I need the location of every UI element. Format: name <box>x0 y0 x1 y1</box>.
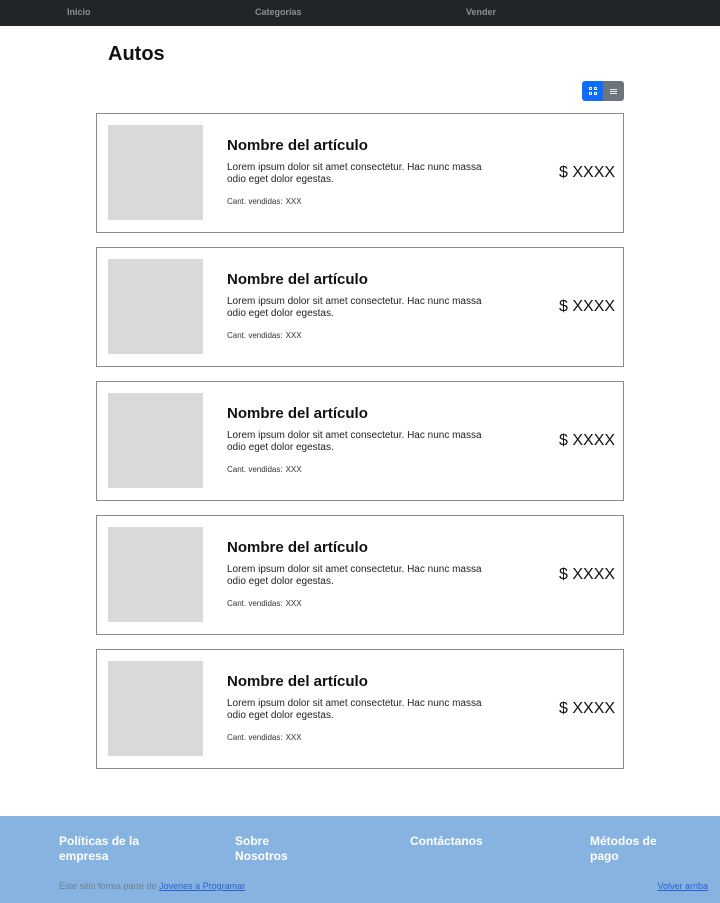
back-to-top-link[interactable]: Volver arriba <box>657 881 708 891</box>
footer-credit: Este sitio forma parte de Jovenes a Prog… <box>59 881 245 891</box>
page-title: Autos <box>108 43 165 65</box>
nav-item-inicio[interactable]: Inicio <box>67 7 91 17</box>
product-price: $ XXXX <box>559 566 616 583</box>
product-description: Lorem ipsum dolor sit amet consectetur. … <box>227 162 482 185</box>
footer-link-politicas[interactable]: Políticas de la empresa <box>59 834 169 864</box>
product-title: Nombre del artículo <box>227 137 368 154</box>
top-navbar: Inicio Categorías Vender <box>0 0 720 26</box>
product-card[interactable]: Nombre del artículo Lorem ipsum dolor si… <box>96 515 624 635</box>
list-view-button[interactable] <box>603 81 624 101</box>
product-image <box>108 125 203 220</box>
product-image <box>108 661 203 756</box>
product-price: $ XXXX <box>559 432 616 449</box>
product-image <box>108 393 203 488</box>
product-card[interactable]: Nombre del artículo Lorem ipsum dolor si… <box>96 381 624 501</box>
product-title: Nombre del artículo <box>227 271 368 288</box>
sold-label: Cant. vendidas: <box>227 197 283 206</box>
product-image <box>108 527 203 622</box>
footer: Políticas de la empresa Sobre Nosotros C… <box>0 816 720 903</box>
grid-view-button[interactable] <box>582 81 603 101</box>
product-description: Lorem ipsum dolor sit amet consectetur. … <box>227 564 482 587</box>
sold-label: Cant. vendidas: <box>227 733 283 742</box>
sold-value: XXX <box>285 465 302 474</box>
sold-value: XXX <box>285 733 302 742</box>
sold-value: XXX <box>285 197 302 206</box>
sold-label: Cant. vendidas: <box>227 465 283 474</box>
sold-label: Cant. vendidas: <box>227 599 283 608</box>
product-card[interactable]: Nombre del artículo Lorem ipsum dolor si… <box>96 649 624 769</box>
product-title: Nombre del artículo <box>227 539 368 556</box>
credit-link[interactable]: Jovenes a Programar <box>159 881 245 891</box>
product-description: Lorem ipsum dolor sit amet consectetur. … <box>227 296 482 319</box>
nav-item-vender[interactable]: Vender <box>466 7 496 17</box>
product-description: Lorem ipsum dolor sit amet consectetur. … <box>227 430 482 453</box>
product-sold-count: Cant. vendidas: XXX <box>227 733 302 742</box>
sold-value: XXX <box>285 331 302 340</box>
product-sold-count: Cant. vendidas: XXX <box>227 465 302 474</box>
nav-item-categorias[interactable]: Categorías <box>255 7 302 17</box>
product-title: Nombre del artículo <box>227 405 368 422</box>
list-icon <box>610 88 617 94</box>
grid-icon <box>588 87 597 95</box>
product-card[interactable]: Nombre del artículo Lorem ipsum dolor si… <box>96 247 624 367</box>
footer-link-sobre-nosotros[interactable]: Sobre Nosotros <box>235 834 305 864</box>
footer-link-contactanos[interactable]: Contáctanos <box>410 834 483 849</box>
product-card[interactable]: Nombre del artículo Lorem ipsum dolor si… <box>96 113 624 233</box>
product-title: Nombre del artículo <box>227 673 368 690</box>
sold-value: XXX <box>285 599 302 608</box>
product-description: Lorem ipsum dolor sit amet consectetur. … <box>227 698 482 721</box>
product-price: $ XXXX <box>559 298 616 315</box>
footer-link-metodos-pago[interactable]: Métodos de pago <box>590 834 680 864</box>
product-sold-count: Cant. vendidas: XXX <box>227 331 302 340</box>
product-price: $ XXXX <box>559 164 616 181</box>
product-price: $ XXXX <box>559 700 616 717</box>
product-sold-count: Cant. vendidas: XXX <box>227 197 302 206</box>
product-image <box>108 259 203 354</box>
credit-text: Este sitio forma parte de <box>59 881 157 891</box>
view-toggle <box>582 81 624 101</box>
sold-label: Cant. vendidas: <box>227 331 283 340</box>
product-sold-count: Cant. vendidas: XXX <box>227 599 302 608</box>
